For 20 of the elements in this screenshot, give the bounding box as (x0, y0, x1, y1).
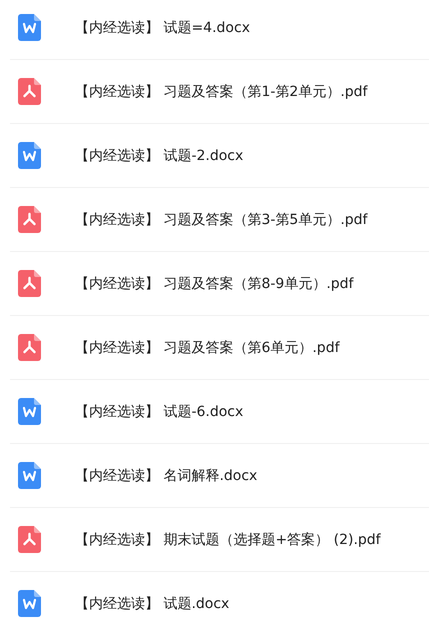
pdf-document-icon (18, 78, 41, 105)
word-document-icon (18, 142, 41, 169)
pdf-document-icon (18, 334, 41, 361)
pdf-document-icon (18, 206, 41, 233)
file-name[interactable]: 【内经选读】 习题及答案（第1-第2单元）.pdf (75, 82, 368, 100)
pdf-document-icon (18, 526, 41, 553)
pdf-document-icon (18, 270, 41, 297)
file-name[interactable]: 【内经选读】 试题.docx (75, 594, 230, 612)
file-name[interactable]: 【内经选读】 试题=4.docx (75, 18, 250, 36)
file-name[interactable]: 【内经选读】 习题及答案（第6单元）.pdf (75, 338, 340, 356)
file-name[interactable]: 【内经选读】 习题及答案（第8-9单元）.pdf (75, 274, 354, 292)
file-name[interactable]: 【内经选读】 名词解释.docx (75, 466, 258, 484)
file-name[interactable]: 【内经选读】 习题及答案（第3-第5单元）.pdf (75, 210, 368, 228)
file-name[interactable]: 【内经选读】 试题-2.docx (75, 146, 244, 164)
word-document-icon (18, 590, 41, 617)
file-name[interactable]: 【内经选读】 试题-6.docx (75, 402, 244, 420)
word-document-icon (18, 462, 41, 489)
word-document-icon (18, 14, 41, 41)
file-name[interactable]: 【内经选读】 期末试题（选择题+答案） (2).pdf (75, 530, 381, 548)
word-document-icon (18, 398, 41, 425)
